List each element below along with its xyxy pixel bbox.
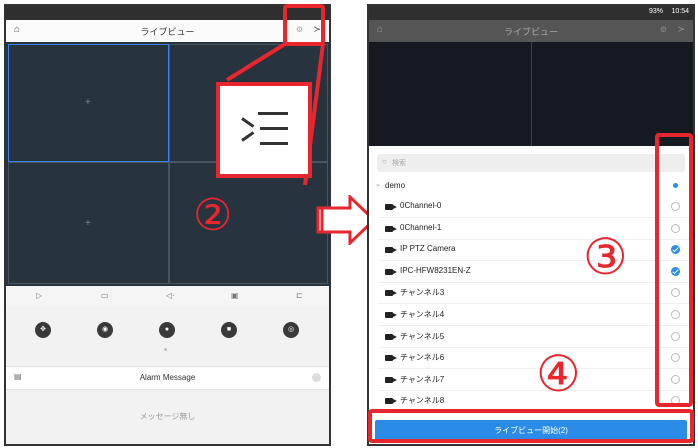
channel-row[interactable]: チャンネル3: [369, 283, 693, 305]
camera-icon: [385, 290, 397, 297]
right-phone-screen: 93% 10:54 ⌂ ライブビュー ⚙ ≻ ○ 検索 ⌄ demo 0Chan…: [367, 4, 695, 446]
group-label: demo: [385, 181, 406, 190]
battery-label: 93%: [648, 8, 663, 15]
settings-icon[interactable]: ⚙: [660, 25, 667, 34]
camera-icon: [385, 398, 397, 405]
channel-picker-sheet: ○ 検索 ⌄ demo 0Channel-0 0Channel-1 IP PTZ C…: [369, 146, 693, 444]
channel-label: チャンネル4: [400, 310, 445, 319]
status-bar: 93% 10:54: [369, 6, 693, 20]
channel-row[interactable]: チャンネル5: [369, 327, 693, 348]
channel-row[interactable]: IPC-HFW8231EN-Z: [369, 262, 693, 283]
highlight-start-button: [368, 409, 694, 443]
zoomed-menu-panel: [216, 82, 312, 178]
search-input[interactable]: ○ 検索: [377, 154, 685, 172]
channel-row[interactable]: 0Channel-0: [369, 197, 693, 218]
step-3-marker: ③: [583, 229, 628, 285]
search-placeholder: 検索: [392, 160, 406, 167]
search-icon: ○: [382, 157, 387, 166]
clock-label: 10:54: [671, 8, 689, 15]
page-title: ライブビュー: [503, 27, 558, 37]
group-row[interactable]: ⌄ demo: [369, 176, 693, 197]
camera-icon: [385, 312, 397, 318]
menu-list-icon: [240, 110, 288, 150]
header-bar: ⌂ ライブビュー ⚙ ≻: [369, 20, 693, 43]
camera-icon: [385, 268, 397, 275]
channel-row[interactable]: 0Channel-1: [369, 219, 693, 240]
channel-label: チャンネル6: [400, 353, 445, 363]
channel-label: IP PTZ Camera: [400, 244, 456, 254]
camera-icon: [385, 204, 397, 210]
channel-label: チャンネル5: [400, 331, 445, 341]
camera-icon: [385, 376, 397, 383]
step-4-marker: ④: [536, 346, 581, 402]
channel-label: IPC-HFW8231EN-Z: [400, 265, 471, 275]
camera-icon: [385, 355, 397, 362]
channel-row[interactable]: チャンネル6: [369, 348, 693, 370]
menu-list-icon[interactable]: ≻: [677, 24, 685, 35]
video-grid-dimmed: [369, 42, 693, 146]
channel-label: 0Channel-1: [400, 222, 442, 232]
channel-row[interactable]: チャンネル7: [369, 370, 693, 391]
chevron-down-icon: ⌄: [375, 181, 381, 188]
camera-icon: [385, 333, 397, 340]
channel-label: チャンネル3: [400, 288, 445, 298]
highlight-checkbox-column: [655, 133, 693, 407]
camera-icon: [385, 225, 397, 232]
step-2-marker: ②: [193, 191, 233, 240]
channel-label: 0Channel-0: [400, 201, 442, 210]
channel-row[interactable]: IP PTZ Camera: [369, 240, 693, 262]
camera-icon: [385, 247, 397, 254]
channel-row[interactable]: チャンネル4: [369, 305, 693, 326]
channel-label: チャンネル8: [400, 396, 445, 406]
channel-label: チャンネル7: [400, 374, 445, 384]
